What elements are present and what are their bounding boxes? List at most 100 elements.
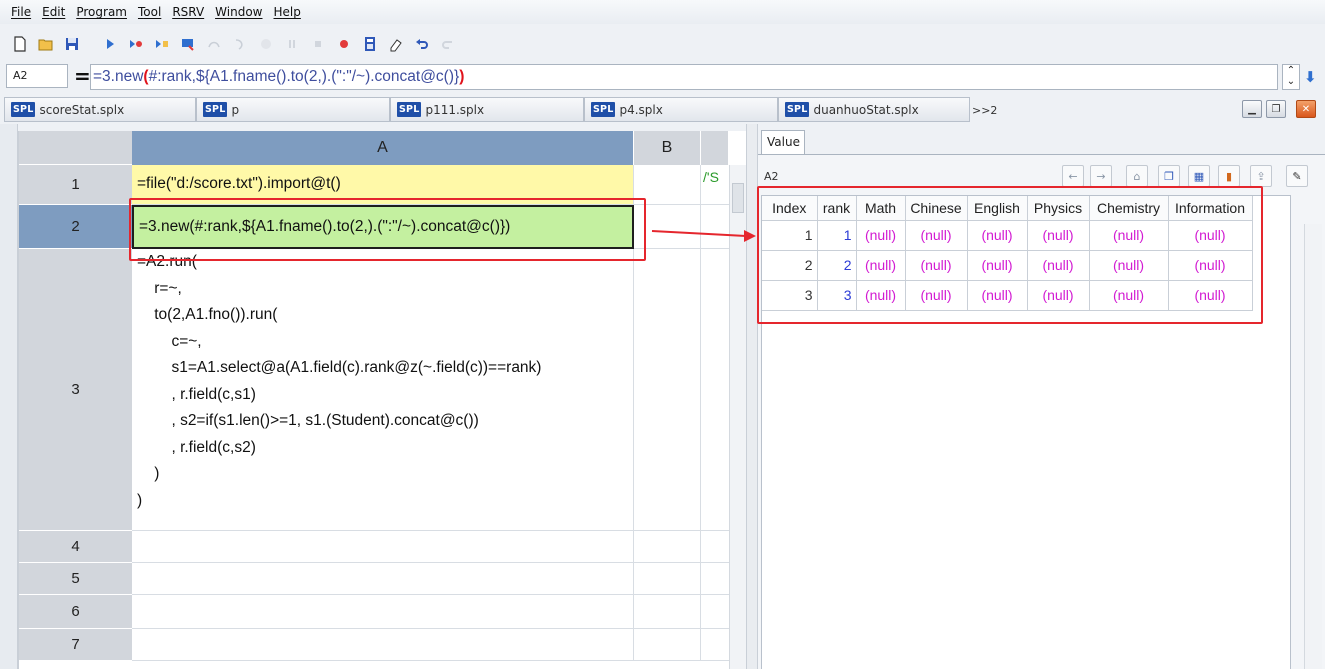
null-value[interactable]: (null) bbox=[1089, 280, 1169, 311]
table-row[interactable]: 2 2 (null) (null) (null) (null) (null) (… bbox=[762, 250, 1253, 281]
table-view-icon[interactable]: ▦ bbox=[1188, 165, 1210, 187]
row-header-1[interactable]: 1 bbox=[19, 165, 132, 205]
column-header-c[interactable] bbox=[701, 131, 729, 165]
null-value[interactable]: (null) bbox=[856, 280, 906, 311]
column-header[interactable]: Chemistry bbox=[1089, 196, 1169, 221]
cell-c3[interactable] bbox=[701, 249, 729, 531]
row-header-5[interactable]: 5 bbox=[19, 563, 132, 595]
table-row[interactable]: 1 1 (null) (null) (null) (null) (null) (… bbox=[762, 220, 1253, 251]
null-value[interactable]: (null) bbox=[1089, 220, 1169, 251]
cell-reference-field[interactable]: A2 bbox=[6, 64, 68, 88]
pin-icon[interactable]: ✎ bbox=[1286, 165, 1308, 187]
menu-program[interactable]: Program bbox=[76, 5, 127, 19]
null-value[interactable]: (null) bbox=[856, 220, 906, 251]
column-header[interactable]: Physics bbox=[1027, 196, 1090, 221]
run-icon[interactable] bbox=[100, 34, 120, 54]
column-header[interactable]: Index bbox=[762, 196, 818, 221]
null-value[interactable]: (null) bbox=[1168, 280, 1253, 311]
close-button[interactable]: ✕ bbox=[1296, 100, 1316, 118]
cell-c4[interactable] bbox=[701, 531, 729, 563]
null-value[interactable]: (null) bbox=[967, 280, 1028, 311]
column-header[interactable]: English bbox=[967, 196, 1028, 221]
column-header-a[interactable]: A bbox=[132, 131, 634, 165]
null-value[interactable]: (null) bbox=[1168, 250, 1253, 281]
null-value[interactable]: (null) bbox=[967, 220, 1028, 251]
undo-icon[interactable] bbox=[412, 34, 432, 54]
panel-splitter[interactable] bbox=[746, 124, 758, 669]
null-value[interactable]: (null) bbox=[1089, 250, 1169, 281]
null-value[interactable]: (null) bbox=[1027, 280, 1090, 311]
menu-help[interactable]: Help bbox=[274, 5, 301, 19]
scroll-thumb[interactable] bbox=[732, 183, 744, 213]
debug-icon[interactable] bbox=[178, 34, 198, 54]
column-header[interactable]: rank bbox=[817, 196, 857, 221]
tab-value[interactable]: Value bbox=[761, 130, 805, 154]
rank-value[interactable]: 3 bbox=[817, 280, 857, 311]
row-header-2[interactable]: 2 bbox=[19, 205, 132, 249]
cell-b4[interactable] bbox=[634, 531, 701, 563]
cell-b7[interactable] bbox=[634, 629, 701, 661]
null-value[interactable]: (null) bbox=[967, 250, 1028, 281]
table-row[interactable]: 3 3 (null) (null) (null) (null) (null) (… bbox=[762, 280, 1253, 311]
cell-c6[interactable] bbox=[701, 595, 729, 629]
rank-value[interactable]: 1 bbox=[817, 220, 857, 251]
cell-a4[interactable] bbox=[132, 531, 634, 563]
cell-b6[interactable] bbox=[634, 595, 701, 629]
cell-b1[interactable] bbox=[634, 165, 701, 205]
tab-scorestat[interactable]: SPL scoreStat.splx bbox=[4, 97, 196, 122]
null-value[interactable]: (null) bbox=[1027, 250, 1090, 281]
row-header-7[interactable]: 7 bbox=[19, 629, 132, 661]
formula-input[interactable]: =3.new(#:rank,${A1.fname().to(2,).(":"/~… bbox=[90, 64, 1278, 90]
cell-c5[interactable] bbox=[701, 563, 729, 595]
cell-a2[interactable]: =3.new(#:rank,${A1.fname().to(2,).(":"/~… bbox=[132, 205, 634, 249]
column-header[interactable]: Chinese bbox=[905, 196, 968, 221]
column-header[interactable]: Math bbox=[856, 196, 906, 221]
menu-rsrv[interactable]: RSRV bbox=[172, 5, 204, 19]
cell-a1[interactable]: =file("d:/score.txt").import@t() bbox=[132, 165, 634, 205]
cell-b5[interactable] bbox=[634, 563, 701, 595]
more-tabs-button[interactable]: >>2 bbox=[972, 104, 997, 117]
null-value[interactable]: (null) bbox=[905, 250, 968, 281]
corner-header[interactable] bbox=[19, 131, 132, 165]
minimize-button[interactable]: ▁ bbox=[1242, 100, 1262, 118]
column-header[interactable]: Information bbox=[1168, 196, 1253, 221]
down-arrow-icon[interactable]: ⬇ bbox=[1304, 68, 1320, 86]
forward-arrow-icon[interactable]: → bbox=[1090, 165, 1112, 187]
export-icon[interactable]: ⇪ bbox=[1250, 165, 1272, 187]
tab-duanhuostat[interactable]: SPL duanhuoStat.splx bbox=[778, 97, 970, 122]
value-vertical-scrollbar[interactable] bbox=[1304, 224, 1322, 669]
save-icon[interactable] bbox=[62, 34, 82, 54]
breakpoint-icon[interactable] bbox=[334, 34, 354, 54]
menu-file[interactable]: File bbox=[11, 5, 31, 19]
null-value[interactable]: (null) bbox=[1168, 220, 1253, 251]
cell-c7[interactable] bbox=[701, 629, 729, 661]
null-value[interactable]: (null) bbox=[856, 250, 906, 281]
row-header-3[interactable]: 3 bbox=[19, 249, 132, 531]
tab-p111[interactable]: SPL p111.splx bbox=[390, 97, 584, 122]
lock-icon[interactable]: ⌂ bbox=[1126, 165, 1148, 187]
column-header-b[interactable]: B bbox=[634, 131, 701, 165]
menu-window[interactable]: Window bbox=[215, 5, 262, 19]
menu-edit[interactable]: Edit bbox=[42, 5, 65, 19]
run-to-cursor-icon[interactable] bbox=[126, 34, 146, 54]
cell-a6[interactable] bbox=[132, 595, 634, 629]
row-header-4[interactable]: 4 bbox=[19, 531, 132, 563]
null-value[interactable]: (null) bbox=[905, 220, 968, 251]
null-value[interactable]: (null) bbox=[1027, 220, 1090, 251]
restore-button[interactable]: ❐ bbox=[1266, 100, 1286, 118]
new-file-icon[interactable] bbox=[10, 34, 30, 54]
step-icon[interactable] bbox=[152, 34, 172, 54]
menu-tool[interactable]: Tool bbox=[138, 5, 161, 19]
left-splitter[interactable] bbox=[0, 124, 18, 669]
open-folder-icon[interactable] bbox=[36, 34, 56, 54]
tab-p4[interactable]: SPL p4.splx bbox=[584, 97, 778, 122]
cell-a5[interactable] bbox=[132, 563, 634, 595]
back-arrow-icon[interactable]: ← bbox=[1062, 165, 1084, 187]
cell-a7[interactable] bbox=[132, 629, 634, 661]
cell-a3[interactable]: =A2.run( r=~, to(2,A1.fno()).run( c=~, s… bbox=[132, 249, 634, 531]
copy-icon[interactable]: ❐ bbox=[1158, 165, 1180, 187]
cell-b3[interactable] bbox=[634, 249, 701, 531]
formula-expand-spinner[interactable]: ⌃ ⌄ bbox=[1282, 64, 1300, 90]
chart-icon[interactable]: ▮ bbox=[1218, 165, 1240, 187]
tab-p[interactable]: SPL p bbox=[196, 97, 390, 122]
